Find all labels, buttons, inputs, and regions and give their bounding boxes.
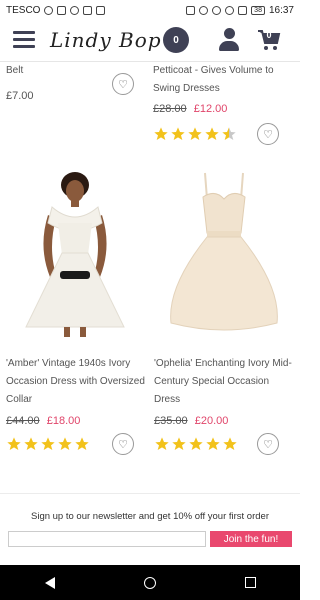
site-logo[interactable]: Lindy Bop — [50, 28, 162, 52]
wishlist-heart-icon[interactable]: ♡ — [112, 433, 134, 455]
product-title[interactable]: 'Ophelia' Enchanting Ivory Mid-Century S… — [154, 355, 294, 409]
status-bar: TESCO 38 16:37 — [0, 0, 300, 20]
product-card[interactable]: 'Ophelia' Enchanting Ivory Mid-Century S… — [154, 355, 294, 427]
system-nav-bar — [0, 565, 300, 600]
product-card[interactable]: 'Amber' Vintage 1940s Ivory Occasion Dre… — [6, 355, 146, 427]
image-icon — [83, 5, 93, 15]
star-icon — [154, 127, 168, 140]
star-icon — [205, 127, 219, 140]
notification-icon — [96, 5, 106, 15]
wifi-icon — [225, 5, 235, 15]
old-price: £35.00 — [154, 415, 188, 427]
star-rating — [154, 436, 238, 452]
recent-apps-icon[interactable] — [244, 577, 256, 588]
instagram-icon — [57, 5, 67, 15]
sale-price: £20.00 — [194, 415, 229, 427]
newsletter-text: Sign up to our newsletter and get 10% of… — [31, 511, 269, 522]
back-icon[interactable] — [44, 576, 55, 589]
star-icon — [171, 127, 185, 140]
battery-level: 38 — [254, 6, 262, 14]
star-rating — [153, 126, 237, 142]
mute-icon — [199, 5, 209, 15]
account-icon[interactable] — [218, 28, 240, 52]
product-title[interactable]: 'Amber' Vintage 1940s Ivory Occasion Dre… — [6, 355, 146, 409]
product-image[interactable] — [6, 167, 144, 337]
star-icon — [189, 437, 203, 450]
join-button[interactable]: Join the fun! — [210, 531, 292, 547]
sale-price: £18.00 — [46, 415, 81, 427]
old-price: £28.00 — [153, 103, 187, 115]
product-title[interactable]: Petticoat - Gives Volume to Swing Dresse… — [153, 62, 293, 98]
star-icon — [58, 437, 72, 450]
wishlist-heart-icon[interactable]: 0 — [163, 27, 189, 53]
wishlist-heart-icon[interactable]: ♡ — [257, 433, 279, 455]
star-icon — [41, 437, 55, 450]
sale-price: £12.00 — [193, 103, 228, 115]
cart-count: 0 — [266, 30, 272, 40]
star-icon — [155, 437, 169, 450]
star-icon — [7, 437, 21, 450]
wishlist-heart-icon[interactable]: ♡ — [112, 73, 134, 95]
product-card[interactable]: Petticoat - Gives Volume to Swing Dresse… — [153, 62, 293, 115]
star-icon — [206, 437, 220, 450]
star-icon — [24, 437, 38, 450]
product-image[interactable] — [155, 167, 293, 337]
messenger-icon — [44, 5, 54, 15]
chat-icon — [70, 5, 80, 15]
cart-icon[interactable]: 0 — [257, 28, 281, 52]
home-icon[interactable] — [143, 576, 156, 589]
clock: 16:37 — [268, 4, 294, 16]
newsletter-section: Sign up to our newsletter and get 10% of… — [0, 493, 300, 565]
carrier-label: TESCO — [6, 4, 41, 16]
wishlist-heart-icon[interactable]: ♡ — [257, 123, 279, 145]
nfc-icon — [186, 5, 196, 15]
star-icon — [222, 127, 236, 140]
star-icon — [223, 437, 237, 450]
newsletter-email-input[interactable] — [8, 531, 206, 547]
star-icon — [188, 127, 202, 140]
star-icon — [75, 437, 89, 450]
star-rating — [6, 436, 90, 452]
menu-icon[interactable] — [13, 31, 35, 49]
alarm-icon — [212, 5, 222, 15]
battery-indicator: 38 — [251, 5, 265, 15]
star-icon — [172, 437, 186, 450]
wishlist-count: 0 — [173, 34, 179, 46]
site-header: Lindy Bop 0 0 — [0, 20, 300, 62]
signal-icon — [238, 5, 248, 15]
old-price: £44.00 — [6, 415, 40, 427]
